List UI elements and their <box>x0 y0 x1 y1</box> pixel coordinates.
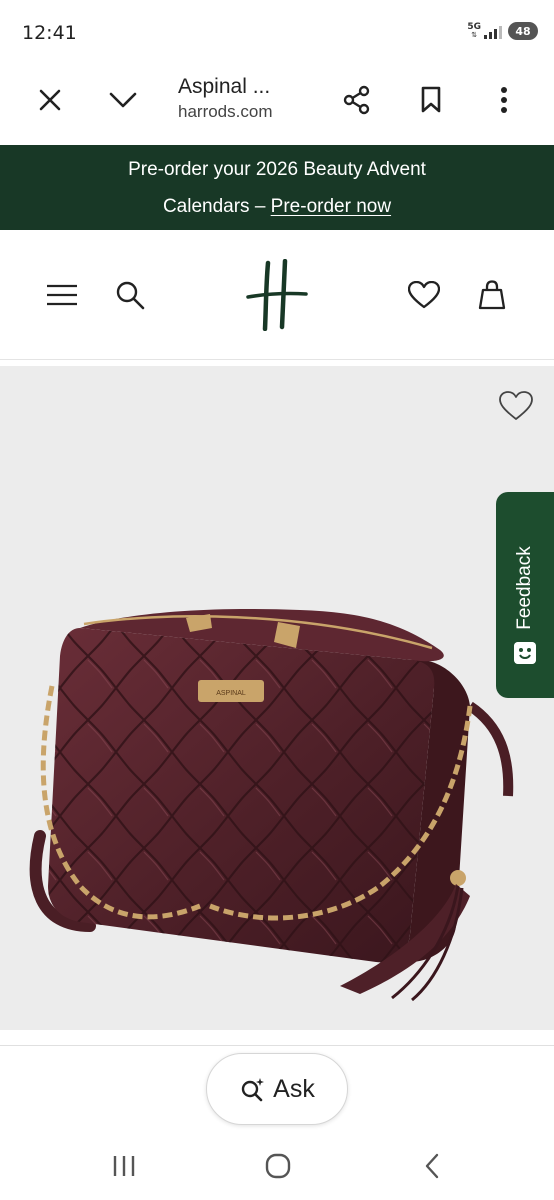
ask-label: Ask <box>273 1074 315 1103</box>
product-image[interactable]: ASPINAL Feedback <box>0 366 554 1030</box>
heart-icon <box>408 281 440 309</box>
shopping-bag-button[interactable] <box>470 275 514 315</box>
status-bar: 12:41 5G ⇅ 48 <box>0 0 554 66</box>
more-options-button[interactable] <box>484 80 524 120</box>
share-button[interactable] <box>337 80 377 120</box>
promo-line-2: Calendars – Pre-order now <box>0 188 554 225</box>
add-to-wishlist-button[interactable] <box>496 386 536 426</box>
page-domain: harrods.com <box>178 102 273 121</box>
site-header <box>0 230 554 360</box>
system-nav-bar <box>0 1130 554 1200</box>
ask-button[interactable]: Ask <box>206 1053 348 1125</box>
close-tab-button[interactable] <box>30 80 70 120</box>
share-icon <box>343 85 370 115</box>
url-block[interactable]: Aspinal ... harrods.com <box>178 74 328 124</box>
signal-icon <box>484 25 502 39</box>
menu-icon <box>47 284 77 306</box>
recents-button[interactable] <box>104 1146 144 1186</box>
network-type-label: 5G <box>467 22 481 32</box>
quilted-crossbody-bag: ASPINAL <box>29 608 514 1002</box>
heart-icon <box>499 391 533 420</box>
sparkle-search-icon <box>241 1078 265 1102</box>
search-icon <box>116 281 145 310</box>
network-indicator: 5G ⇅ <box>467 23 502 39</box>
page-title: Aspinal ... <box>178 75 271 98</box>
content-divider <box>0 1030 554 1046</box>
browser-toolbar: Aspinal ... harrods.com <box>0 66 554 144</box>
close-icon <box>39 89 61 111</box>
smiley-icon <box>514 642 536 664</box>
feedback-label: Feedback <box>514 546 535 630</box>
wishlist-button[interactable] <box>402 275 446 315</box>
back-button[interactable] <box>412 1146 452 1186</box>
battery-indicator: 48 <box>508 22 538 40</box>
home-button[interactable] <box>258 1146 298 1186</box>
promo-banner: Pre-order your 2026 Beauty Advent Calend… <box>0 145 554 230</box>
menu-button[interactable] <box>40 275 84 315</box>
back-icon <box>425 1153 439 1179</box>
harrods-logo-icon <box>246 259 308 331</box>
pre-order-link[interactable]: Pre-order now <box>271 196 391 217</box>
home-icon <box>265 1153 291 1179</box>
search-button[interactable] <box>108 275 152 315</box>
status-icons: 5G ⇅ 48 <box>467 22 538 40</box>
bookmark-button[interactable] <box>411 80 451 120</box>
recents-icon <box>113 1156 135 1176</box>
plaque-text: ASPINAL <box>216 690 246 697</box>
shopping-bag-icon <box>478 280 506 310</box>
more-vertical-icon <box>501 87 507 113</box>
chevron-down-icon <box>109 92 137 108</box>
data-arrows-icon: ⇅ <box>471 32 478 39</box>
promo-line-1: Pre-order your 2026 Beauty Advent <box>128 159 426 180</box>
bookmark-icon <box>421 86 441 113</box>
status-time: 12:41 <box>22 22 77 44</box>
promo-text: Calendars – <box>162 196 271 217</box>
harrods-logo[interactable] <box>240 258 314 332</box>
feedback-tab[interactable]: Feedback <box>496 492 554 698</box>
expand-button[interactable] <box>103 80 143 120</box>
